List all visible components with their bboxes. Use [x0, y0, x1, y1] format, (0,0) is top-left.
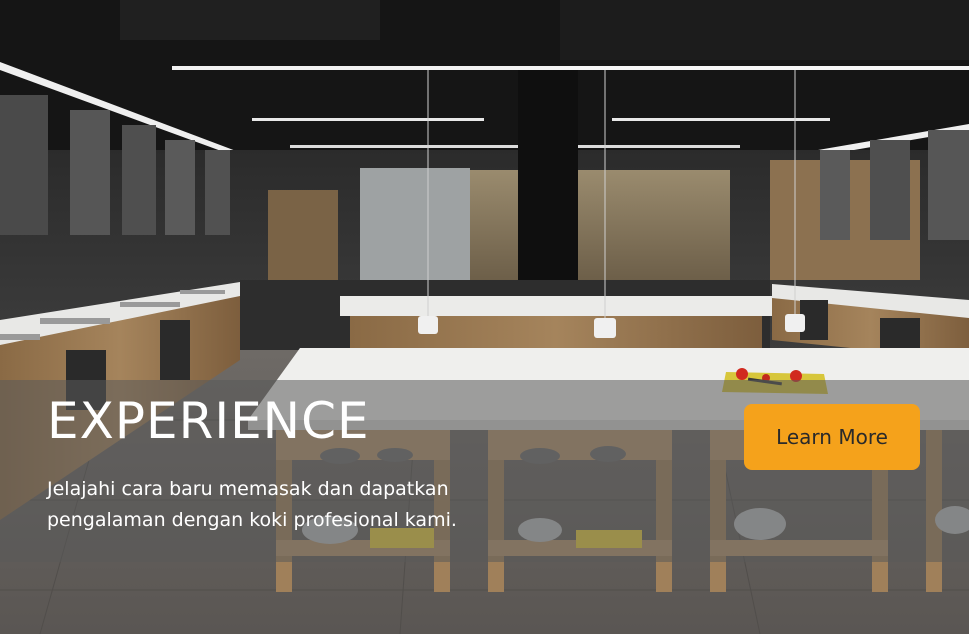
hero-description-line: Jelajahi cara baru memasak dan dapatkan	[47, 478, 449, 500]
hero-description: Jelajahi cara baru memasak dan dapatkan …	[47, 474, 607, 536]
hero-headline: EXPERIENCE	[47, 392, 370, 450]
hero-banner: EXPERIENCE Jelajahi cara baru memasak da…	[0, 0, 969, 634]
learn-more-button[interactable]: Learn More	[744, 404, 920, 470]
hero-description-line: pengalaman dengan koki profesional kami.	[47, 509, 457, 531]
